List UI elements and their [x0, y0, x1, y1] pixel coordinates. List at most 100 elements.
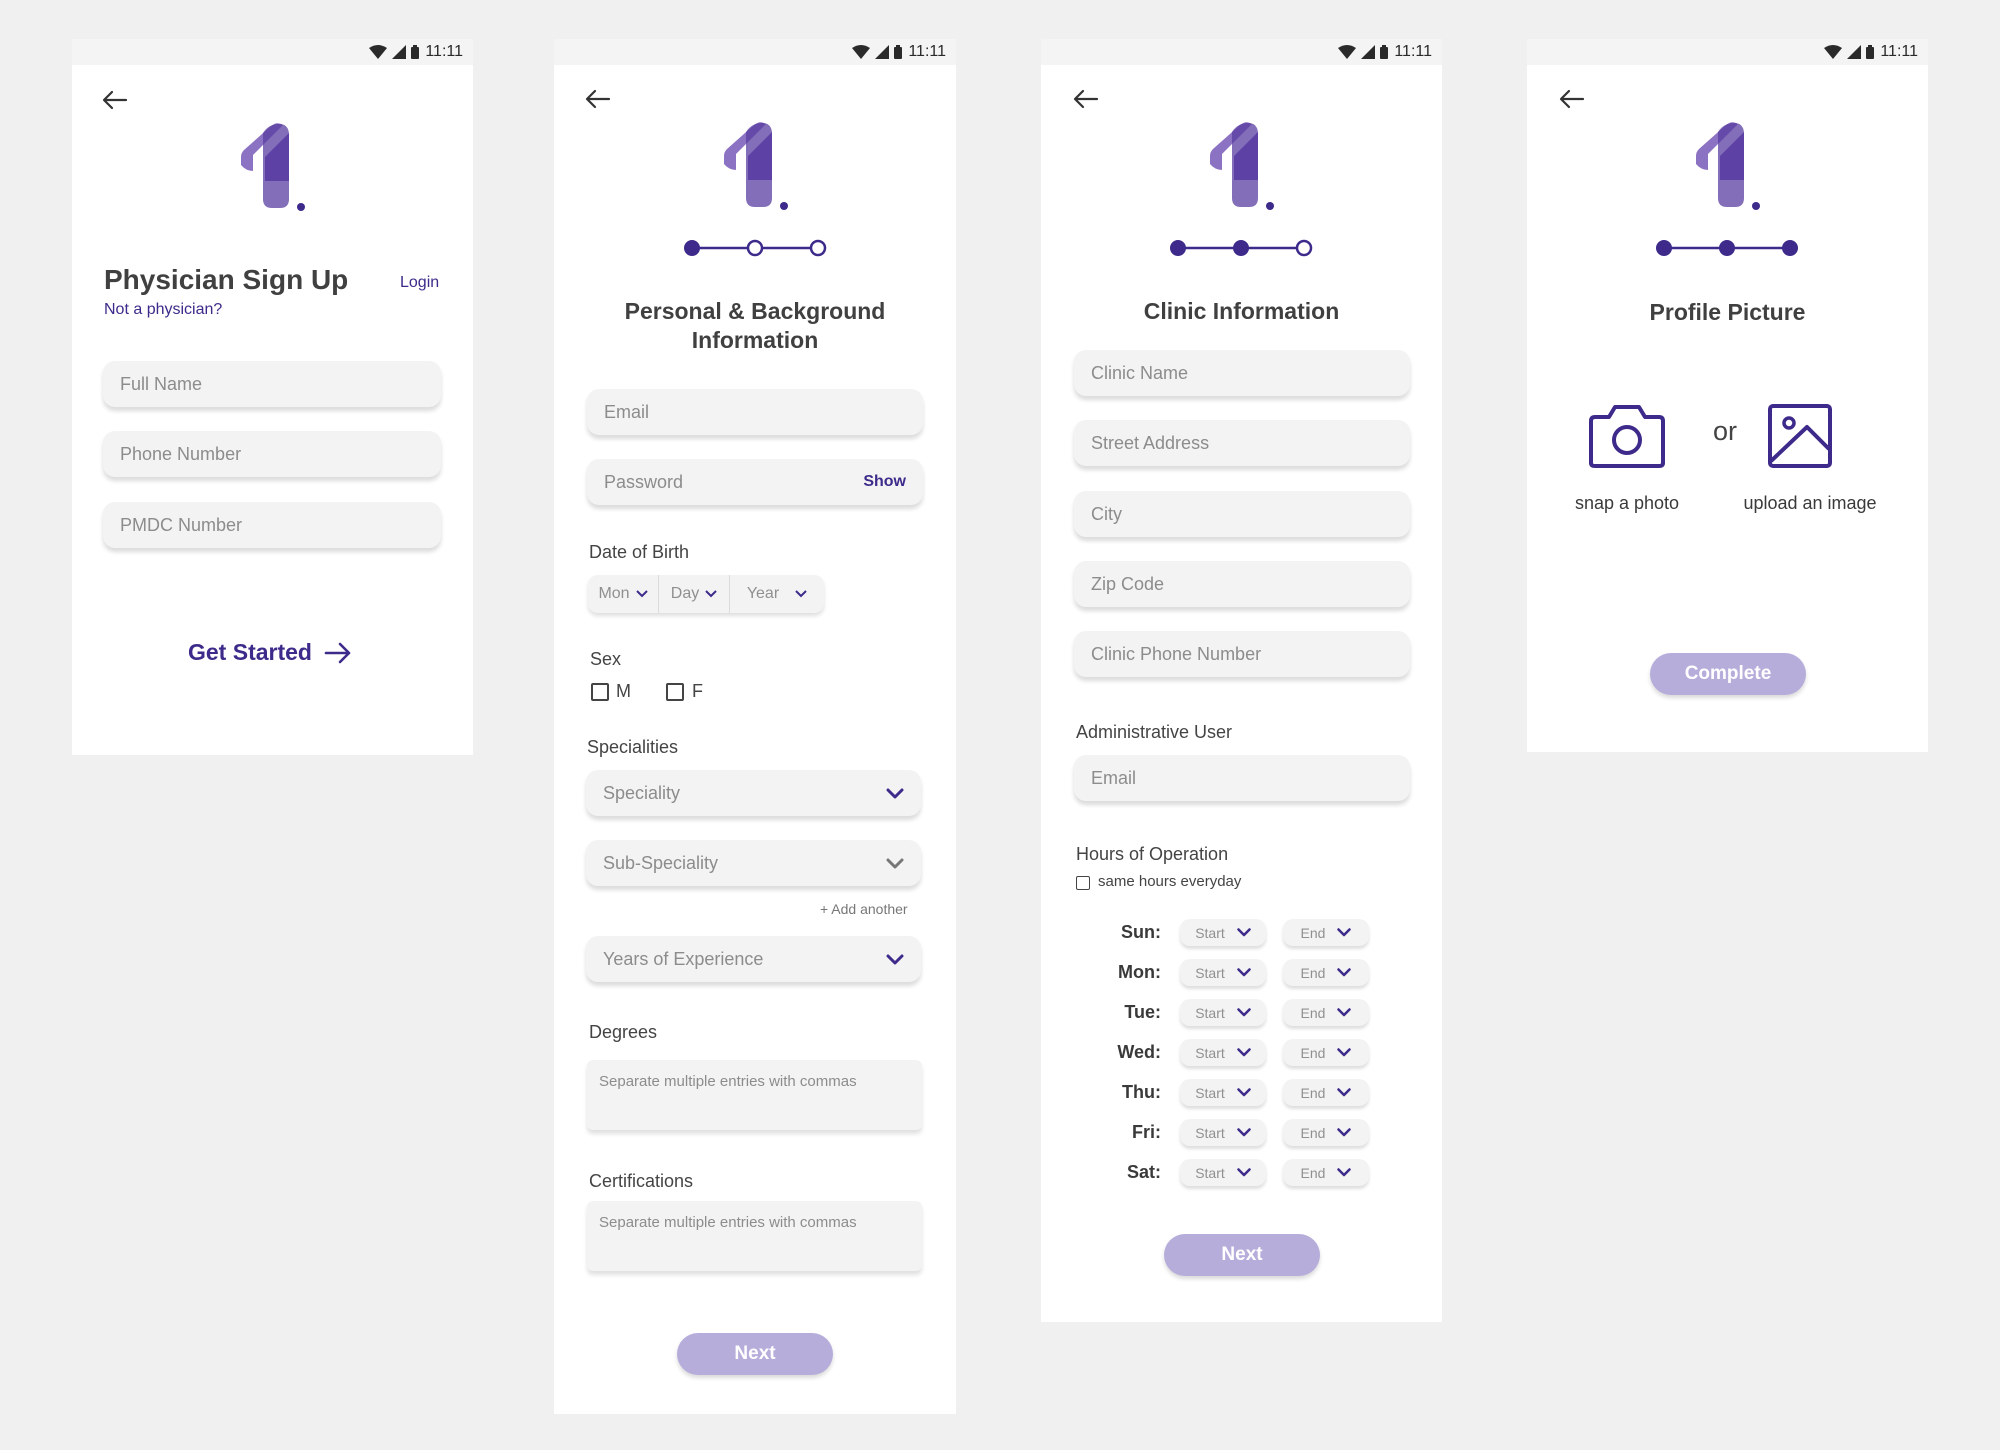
not-physician-link[interactable]: Not a physician? [104, 301, 222, 319]
certifications-label: Certifications [589, 1171, 694, 1191]
show-password-toggle[interactable]: Show [863, 473, 906, 491]
day-label: Fri: [1132, 1122, 1161, 1142]
zip-code-placeholder: Zip Code [1091, 573, 1165, 594]
get-started-button[interactable]: Get Started [188, 639, 352, 666]
street-address-input[interactable]: Street Address [1074, 420, 1410, 466]
specialities-label: Specialities [587, 737, 679, 757]
battery-icon [411, 45, 420, 59]
back-arrow-icon[interactable] [1073, 89, 1099, 109]
sub-speciality-select[interactable]: Sub-Speciality [586, 840, 921, 886]
chevron-down-icon [1337, 1048, 1352, 1057]
start-time-select[interactable]: Start [1180, 1079, 1266, 1106]
start-time-select[interactable]: Start [1180, 1159, 1266, 1186]
full-name-input[interactable]: Full Name [103, 361, 441, 407]
phone-number-input[interactable]: Phone Number [103, 431, 441, 477]
start-time-select[interactable]: Start [1180, 1039, 1266, 1066]
image-upload-icon[interactable] [1767, 403, 1833, 469]
certifications-input[interactable]: Separate multiple entries with commas [587, 1201, 922, 1271]
start-time-select[interactable]: Start [1180, 1119, 1266, 1146]
day-label: Thu: [1122, 1082, 1161, 1102]
back-arrow-icon[interactable] [585, 89, 611, 109]
sex-label: Sex [590, 649, 622, 669]
signal-icon [1361, 45, 1376, 59]
end-time-select[interactable]: End [1283, 919, 1369, 946]
start-time-select[interactable]: Start [1180, 919, 1266, 946]
start-time-value: Start [1195, 964, 1225, 981]
start-time-select[interactable]: Start [1180, 999, 1266, 1026]
camera-icon[interactable] [1587, 403, 1667, 469]
battery-icon [1380, 45, 1389, 59]
sub-speciality-placeholder: Sub-Speciality [603, 852, 719, 873]
same-hours-checkbox[interactable] [1076, 876, 1090, 890]
end-time-select[interactable]: End [1283, 1119, 1369, 1146]
end-time-select[interactable]: End [1283, 1079, 1369, 1106]
dob-select-group: Mon Day Year [588, 575, 824, 613]
sex-male-checkbox[interactable] [591, 683, 609, 701]
status-icons [1338, 45, 1389, 59]
login-link[interactable]: Login [400, 274, 439, 292]
chevron-down-icon [635, 590, 648, 598]
clinic-phone-placeholder: Clinic Phone Number [1091, 643, 1262, 664]
sex-male-label: M [616, 681, 631, 701]
email-input[interactable]: Email [587, 389, 923, 435]
chevron-down-icon [1337, 928, 1352, 937]
chevron-down-icon [1237, 1048, 1251, 1057]
street-address-placeholder: Street Address [1091, 432, 1210, 453]
dob-month-value: Mon [598, 585, 630, 602]
pmdc-number-input[interactable]: PMDC Number [103, 502, 441, 548]
dob-day-select[interactable]: Day [659, 575, 729, 613]
dob-year-select[interactable]: Year [730, 575, 824, 613]
dob-month-select[interactable]: Mon [588, 575, 658, 613]
day-label: Tue: [1124, 1002, 1161, 1022]
clinic-name-placeholder: Clinic Name [1091, 362, 1189, 383]
end-time-select[interactable]: End [1283, 1039, 1369, 1066]
degrees-input[interactable]: Separate multiple entries with commas [587, 1060, 922, 1130]
sex-female-checkbox[interactable] [666, 683, 684, 701]
signal-icon [875, 45, 890, 59]
chevron-down-icon [1337, 1008, 1352, 1017]
certifications-placeholder: Separate multiple entries with commas [599, 1214, 857, 1231]
clinic-phone-input[interactable]: Clinic Phone Number [1074, 631, 1410, 677]
start-time-value: Start [1195, 1124, 1225, 1141]
end-time-select[interactable]: End [1283, 959, 1369, 986]
app-logo [1696, 122, 1760, 210]
start-time-select[interactable]: Start [1180, 959, 1266, 986]
email-placeholder: Email [604, 401, 650, 422]
signal-icon [392, 45, 407, 59]
status-icons [1824, 45, 1875, 59]
admin-email-input[interactable]: Email [1074, 755, 1410, 801]
password-input[interactable]: Password Show [587, 459, 923, 505]
end-time-select[interactable]: End [1283, 1159, 1369, 1186]
full-name-placeholder: Full Name [120, 373, 203, 394]
start-time-value: Start [1195, 924, 1225, 941]
sex-female-label: F [692, 681, 703, 701]
status-bar: 11:11 [72, 39, 473, 65]
end-time-value: End [1300, 964, 1326, 981]
next-button[interactable]: Next [677, 1333, 833, 1375]
chevron-down-icon [1337, 1128, 1352, 1137]
admin-user-label: Administrative User [1076, 722, 1233, 742]
chevron-down-icon [1237, 1128, 1251, 1137]
back-arrow-icon[interactable] [102, 90, 128, 110]
start-time-value: Start [1195, 1164, 1225, 1181]
step-3-dot [809, 239, 827, 257]
back-arrow-icon[interactable] [1559, 89, 1585, 109]
complete-button[interactable]: Complete [1650, 653, 1806, 695]
hours-label: Hours of Operation [1076, 844, 1229, 864]
step-2-dot [1233, 240, 1249, 256]
next-button[interactable]: Next [1164, 1234, 1320, 1276]
city-input[interactable]: City [1074, 491, 1410, 537]
add-another-link[interactable]: + Add another [820, 901, 908, 917]
speciality-select[interactable]: Speciality [586, 770, 921, 816]
end-time-value: End [1300, 1124, 1326, 1141]
chevron-down-icon [886, 788, 904, 798]
clinic-name-input[interactable]: Clinic Name [1074, 350, 1410, 396]
status-bar: 11:11 [1041, 39, 1442, 65]
experience-select[interactable]: Years of Experience [586, 936, 921, 982]
chevron-down-icon [705, 590, 717, 598]
same-hours-label: same hours everyday [1098, 873, 1242, 890]
zip-code-input[interactable]: Zip Code [1074, 561, 1410, 607]
end-time-value: End [1300, 1004, 1326, 1021]
end-time-select[interactable]: End [1283, 999, 1369, 1026]
page-title-line1: Personal & Background [624, 298, 886, 324]
